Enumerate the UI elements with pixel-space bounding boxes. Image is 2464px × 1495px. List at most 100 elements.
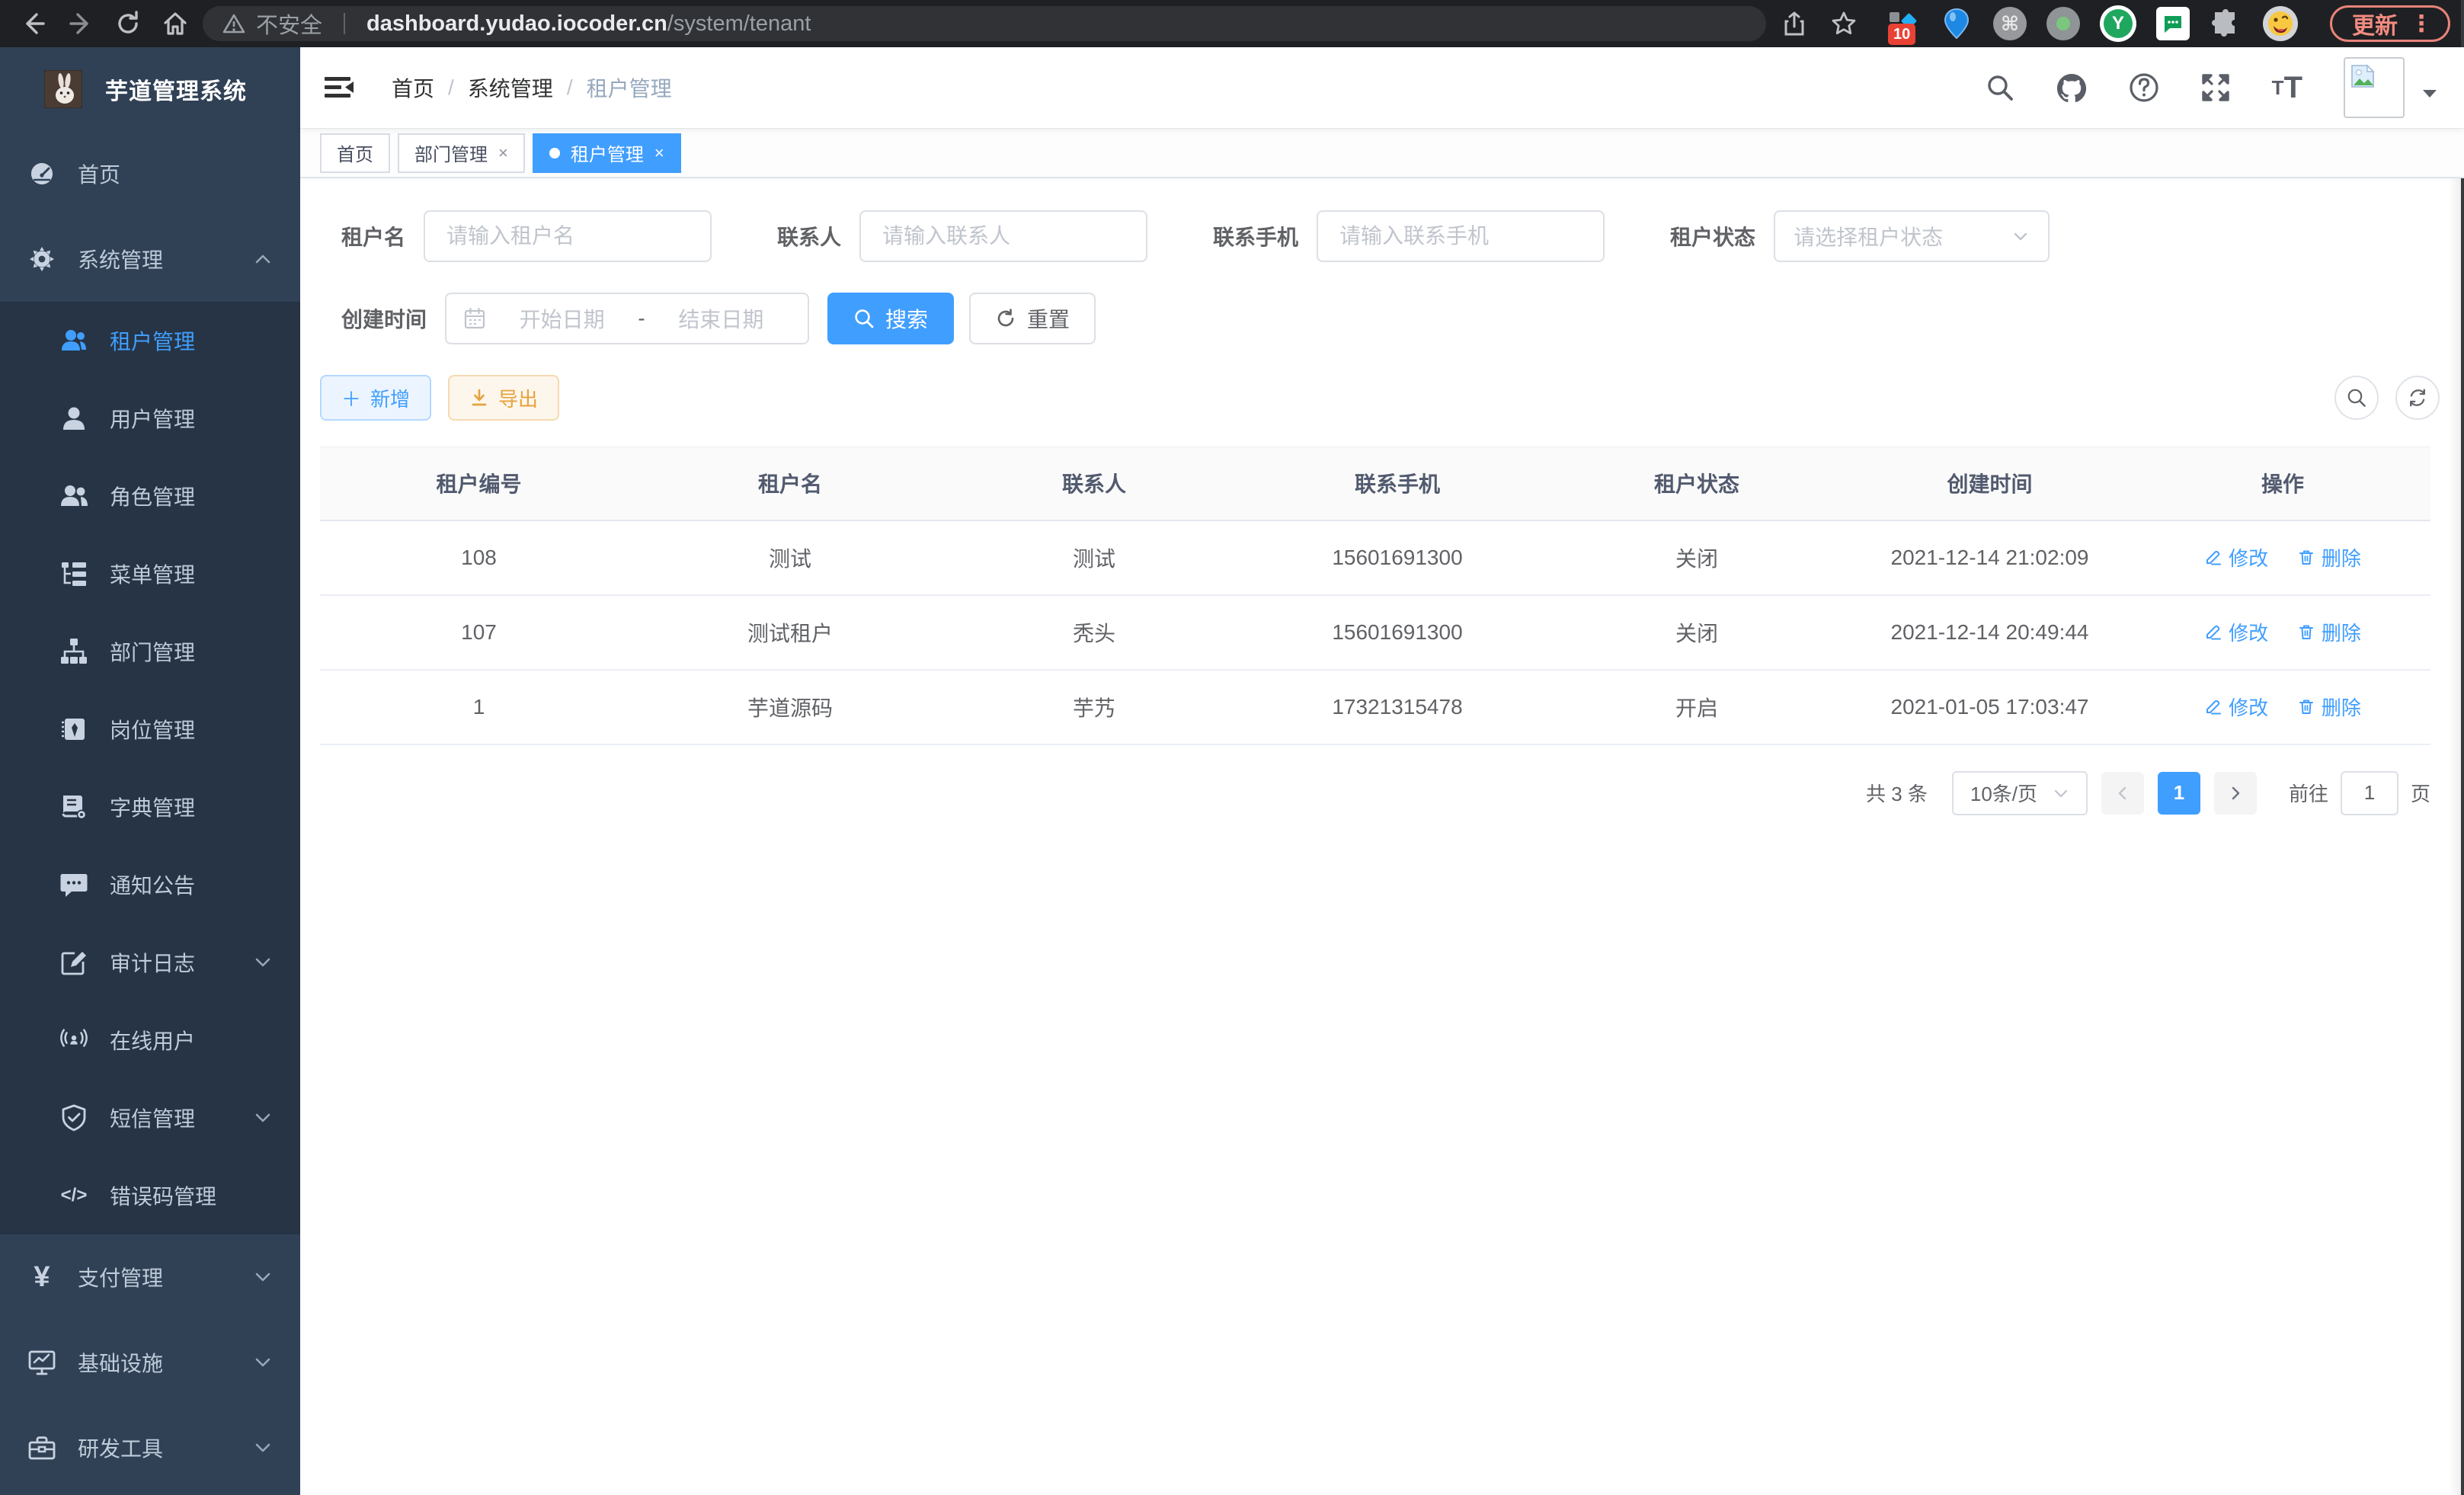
- add-button[interactable]: ＋ 新增: [320, 375, 431, 421]
- sidebar-item-role[interactable]: 角色管理: [0, 457, 300, 535]
- sidebar-item-dev-tools[interactable]: 研发工具: [0, 1405, 300, 1490]
- sidebar-logo[interactable]: 芋道管理系统: [0, 47, 300, 131]
- refresh-icon: [2407, 387, 2428, 408]
- sidebar-item-label: 在线用户: [110, 1025, 195, 1055]
- avatar[interactable]: [2344, 57, 2405, 118]
- sidebar-item-home[interactable]: 首页: [0, 131, 300, 216]
- extension-recorder-icon[interactable]: [2046, 7, 2080, 40]
- end-date-placeholder[interactable]: 结束日期: [651, 303, 791, 334]
- contact-input[interactable]: [859, 210, 1147, 262]
- active-dot: [549, 148, 560, 158]
- extension-pin-icon[interactable]: [1940, 7, 1973, 40]
- extension-yudao-icon[interactable]: Y: [2100, 5, 2136, 42]
- github-icon[interactable]: [2056, 72, 2088, 103]
- sidebar-item-label: 审计日志: [110, 947, 195, 978]
- edit-link[interactable]: 修改: [2204, 543, 2268, 571]
- search-button[interactable]: 搜索: [827, 293, 954, 344]
- extension-chat-icon[interactable]: [2156, 7, 2190, 40]
- reset-button[interactable]: 重置: [969, 293, 1096, 344]
- yuan-icon: ¥: [27, 1263, 56, 1292]
- sidebar-item-dept[interactable]: 部门管理: [0, 613, 300, 690]
- tab-tenant[interactable]: 租户管理 ×: [533, 133, 681, 173]
- extension-puzzle-icon[interactable]: [2210, 7, 2243, 40]
- extension-blocks-icon[interactable]: 10: [1886, 7, 1920, 40]
- sidebar-toggle-icon[interactable]: [323, 72, 357, 103]
- sidebar-item-label: 菜单管理: [110, 559, 195, 589]
- sidebar-item-error-code[interactable]: </> 错误码管理: [0, 1157, 300, 1234]
- extension-emoji-icon[interactable]: [2263, 6, 2298, 41]
- goto-page-input[interactable]: [2341, 771, 2398, 815]
- export-button[interactable]: 导出: [448, 375, 559, 421]
- fullscreen-icon[interactable]: [2200, 72, 2231, 103]
- date-range-picker[interactable]: 开始日期 - 结束日期: [445, 293, 809, 344]
- trash-icon: [2297, 548, 2315, 566]
- window-edge: [2461, 0, 2464, 1495]
- sidebar-item-audit-log[interactable]: 审计日志: [0, 924, 300, 1001]
- browser-update-button[interactable]: 更新 ⋮: [2330, 5, 2450, 42]
- close-icon[interactable]: ×: [654, 143, 664, 163]
- browser-menu-icon[interactable]: ⋮: [2410, 11, 2433, 37]
- sidebar-item-post[interactable]: 岗位管理: [0, 690, 300, 768]
- mobile-input[interactable]: [1317, 210, 1605, 262]
- font-size-icon[interactable]: TT: [2272, 72, 2302, 103]
- bookmark-star-icon[interactable]: [1830, 10, 1858, 37]
- status-select[interactable]: 请选择租户状态: [1774, 210, 2050, 262]
- col-status: 租户状态: [1549, 447, 1845, 520]
- col-mobile: 联系手机: [1246, 447, 1549, 520]
- delete-link[interactable]: 删除: [2297, 693, 2361, 721]
- current-page-button[interactable]: 1: [2158, 772, 2200, 815]
- sidebar-item-label: 短信管理: [110, 1103, 195, 1133]
- sidebar-item-label: 研发工具: [78, 1433, 163, 1463]
- sidebar-item-infra[interactable]: 基础设施: [0, 1320, 300, 1405]
- sidebar-item-menu[interactable]: 菜单管理: [0, 535, 300, 613]
- share-icon[interactable]: [1781, 11, 1807, 37]
- sidebar-item-label: 首页: [78, 158, 120, 189]
- refresh-table-button[interactable]: [2395, 376, 2440, 420]
- security-warning-icon[interactable]: [222, 12, 245, 35]
- calendar-icon: [463, 307, 486, 330]
- sidebar-item-dict[interactable]: 字典管理: [0, 768, 300, 846]
- sidebar-item-online-users[interactable]: 在线用户: [0, 1001, 300, 1079]
- sidebar-item-system[interactable]: 系统管理: [0, 216, 300, 302]
- chevron-up-icon: [253, 249, 273, 269]
- edit-link[interactable]: 修改: [2204, 618, 2268, 646]
- header-search-icon[interactable]: [1986, 73, 2014, 102]
- breadcrumb-system[interactable]: 系统管理: [468, 72, 553, 103]
- close-icon[interactable]: ×: [498, 143, 508, 163]
- tab-home[interactable]: 首页: [320, 133, 390, 173]
- code-icon: </>: [59, 1181, 88, 1210]
- goto-label: 前往: [2289, 779, 2328, 807]
- browser-forward-button[interactable]: [61, 7, 101, 40]
- start-date-placeholder[interactable]: 开始日期: [492, 303, 632, 334]
- tenant-name-input[interactable]: [424, 210, 712, 262]
- sidebar-item-user[interactable]: 用户管理: [0, 379, 300, 457]
- prev-page-button[interactable]: [2101, 772, 2144, 815]
- help-icon[interactable]: [2129, 72, 2159, 103]
- breadcrumb-home[interactable]: 首页: [392, 72, 434, 103]
- book-gear-icon: [59, 792, 88, 821]
- sidebar-item-tenant[interactable]: 租户管理: [0, 302, 300, 379]
- filter-row-1: 租户名 联系人 联系手机 租户状态 请选择租户状态: [320, 210, 2464, 262]
- delete-link[interactable]: 删除: [2297, 543, 2361, 571]
- address-bar[interactable]: 不安全 dashboard.yudao.iocoder.cn/system/te…: [203, 6, 1766, 41]
- browser-back-button[interactable]: [14, 7, 53, 40]
- next-page-button[interactable]: [2214, 772, 2257, 815]
- user-menu[interactable]: [2344, 57, 2438, 118]
- edit-link[interactable]: 修改: [2204, 693, 2268, 721]
- extension-command-icon[interactable]: ⌘: [1993, 7, 2027, 40]
- sidebar-item-pay[interactable]: ¥ 支付管理: [0, 1234, 300, 1320]
- browser-reload-button[interactable]: [108, 7, 148, 40]
- caret-down-icon: [2421, 88, 2438, 104]
- delete-link[interactable]: 删除: [2297, 618, 2361, 646]
- sidebar-item-notice[interactable]: 通知公告: [0, 846, 300, 924]
- extensions-tray: 10 ⌘ Y: [1886, 5, 2298, 42]
- page-size-select[interactable]: 10条/页: [1952, 771, 2088, 815]
- page-scrollbar[interactable]: [2449, 47, 2461, 1495]
- system-submenu: 租户管理 用户管理 角色管理 菜单管理: [0, 302, 300, 1234]
- table-row: 107 测试租户 秃头 15601691300 关闭 2021-12-14 20…: [320, 595, 2430, 670]
- tab-dept[interactable]: 部门管理 ×: [398, 133, 525, 173]
- show-search-toggle-button[interactable]: [2334, 376, 2379, 420]
- table-row: 108 测试 测试 15601691300 关闭 2021-12-14 21:0…: [320, 520, 2430, 595]
- browser-home-button[interactable]: [155, 7, 195, 40]
- sidebar-item-sms[interactable]: 短信管理: [0, 1079, 300, 1157]
